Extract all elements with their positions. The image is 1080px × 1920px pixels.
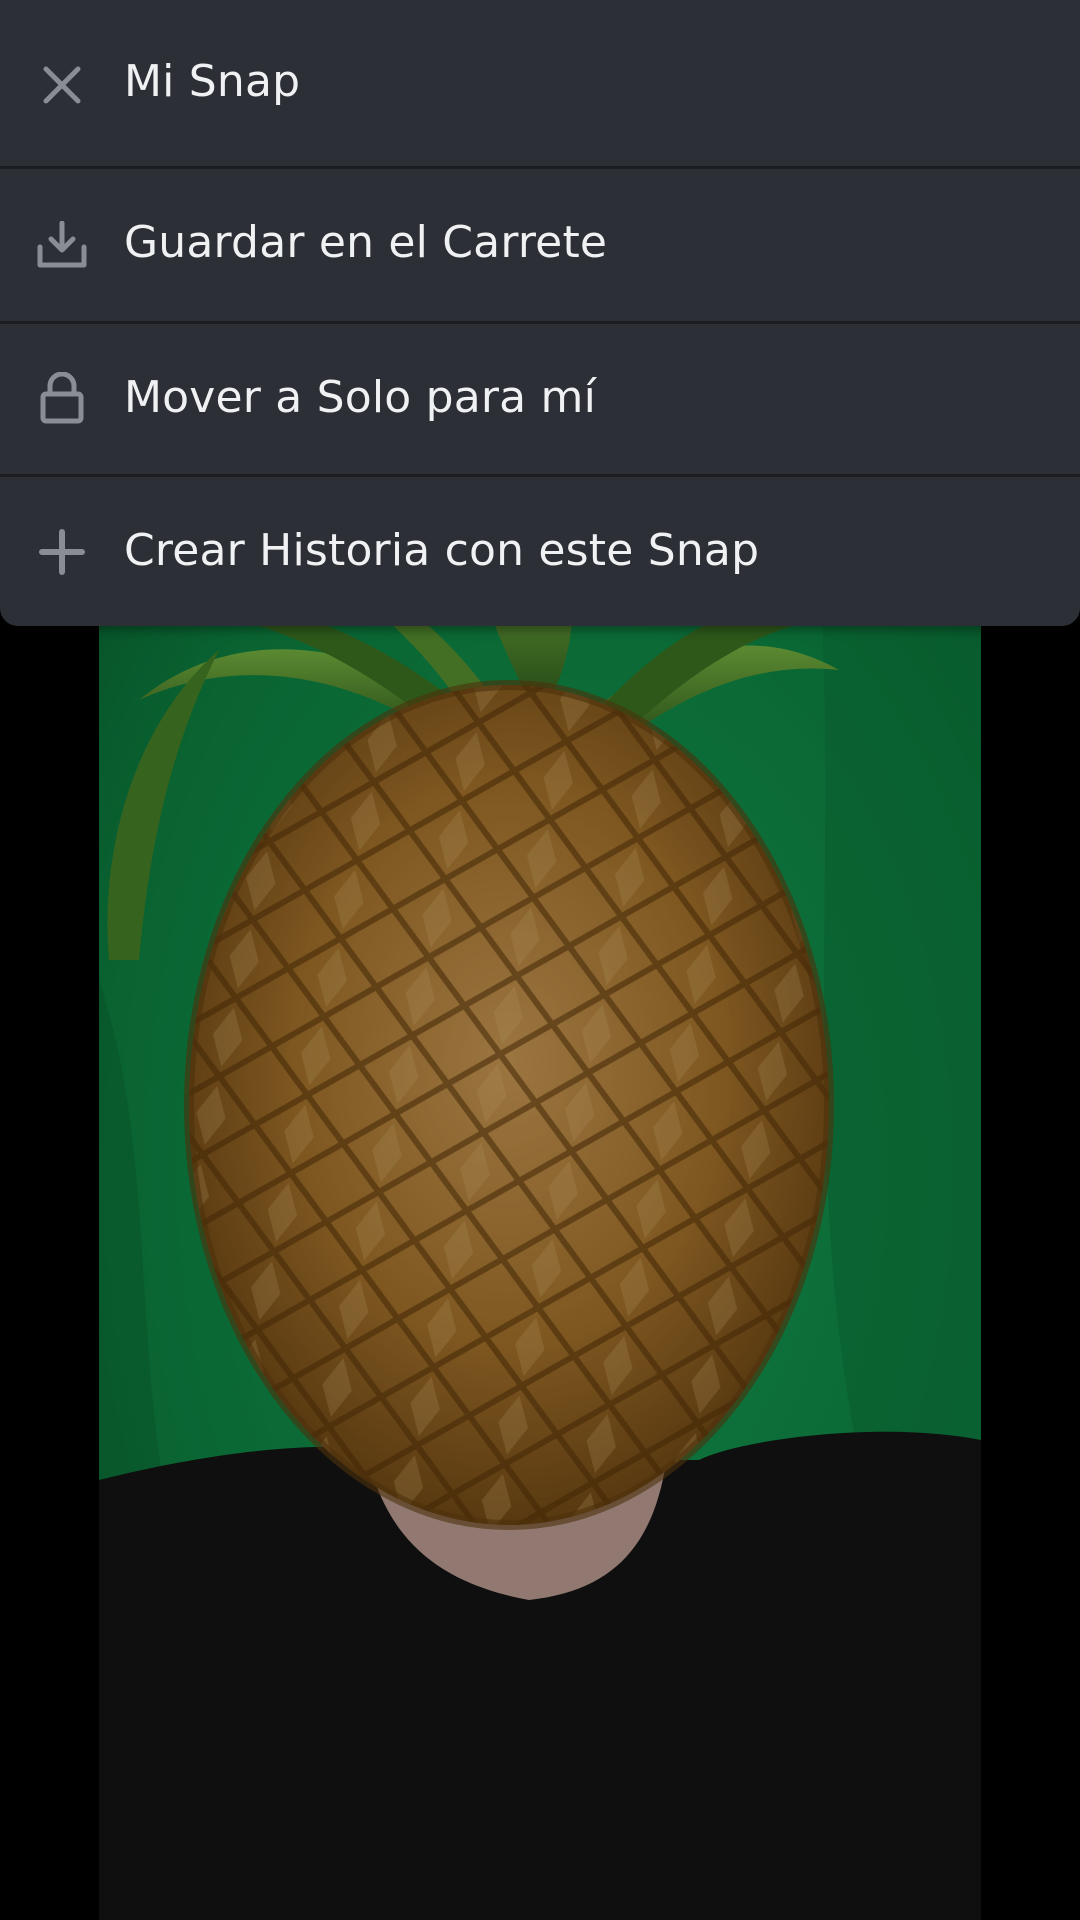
menu-item-save-to-camera-roll[interactable]: Guardar en el Carrete [0,169,1080,321]
menu-item-label: Mi Snap [124,56,301,107]
snap-action-menu: Mi Snap Guardar en el Carrete Mover a So… [0,0,1080,626]
menu-item-my-snap[interactable]: Mi Snap [0,0,1080,166]
lock-icon [36,372,88,424]
snap-photo[interactable] [99,560,981,1920]
snap-viewer-screen: Mi Snap Guardar en el Carrete Mover a So… [0,0,1080,1920]
menu-item-label: Guardar en el Carrete [124,217,608,268]
close-icon[interactable] [36,59,88,111]
download-icon [36,219,88,271]
plus-icon [36,526,88,578]
menu-item-label: Crear Historia con este Snap [124,525,760,576]
menu-item-label: Mover a Solo para mí [124,372,597,423]
snap-photo-art [99,560,981,1920]
menu-item-move-to-my-eyes-only[interactable]: Mover a Solo para mí [0,324,1080,474]
menu-item-create-story[interactable]: Crear Historia con este Snap [0,477,1080,626]
